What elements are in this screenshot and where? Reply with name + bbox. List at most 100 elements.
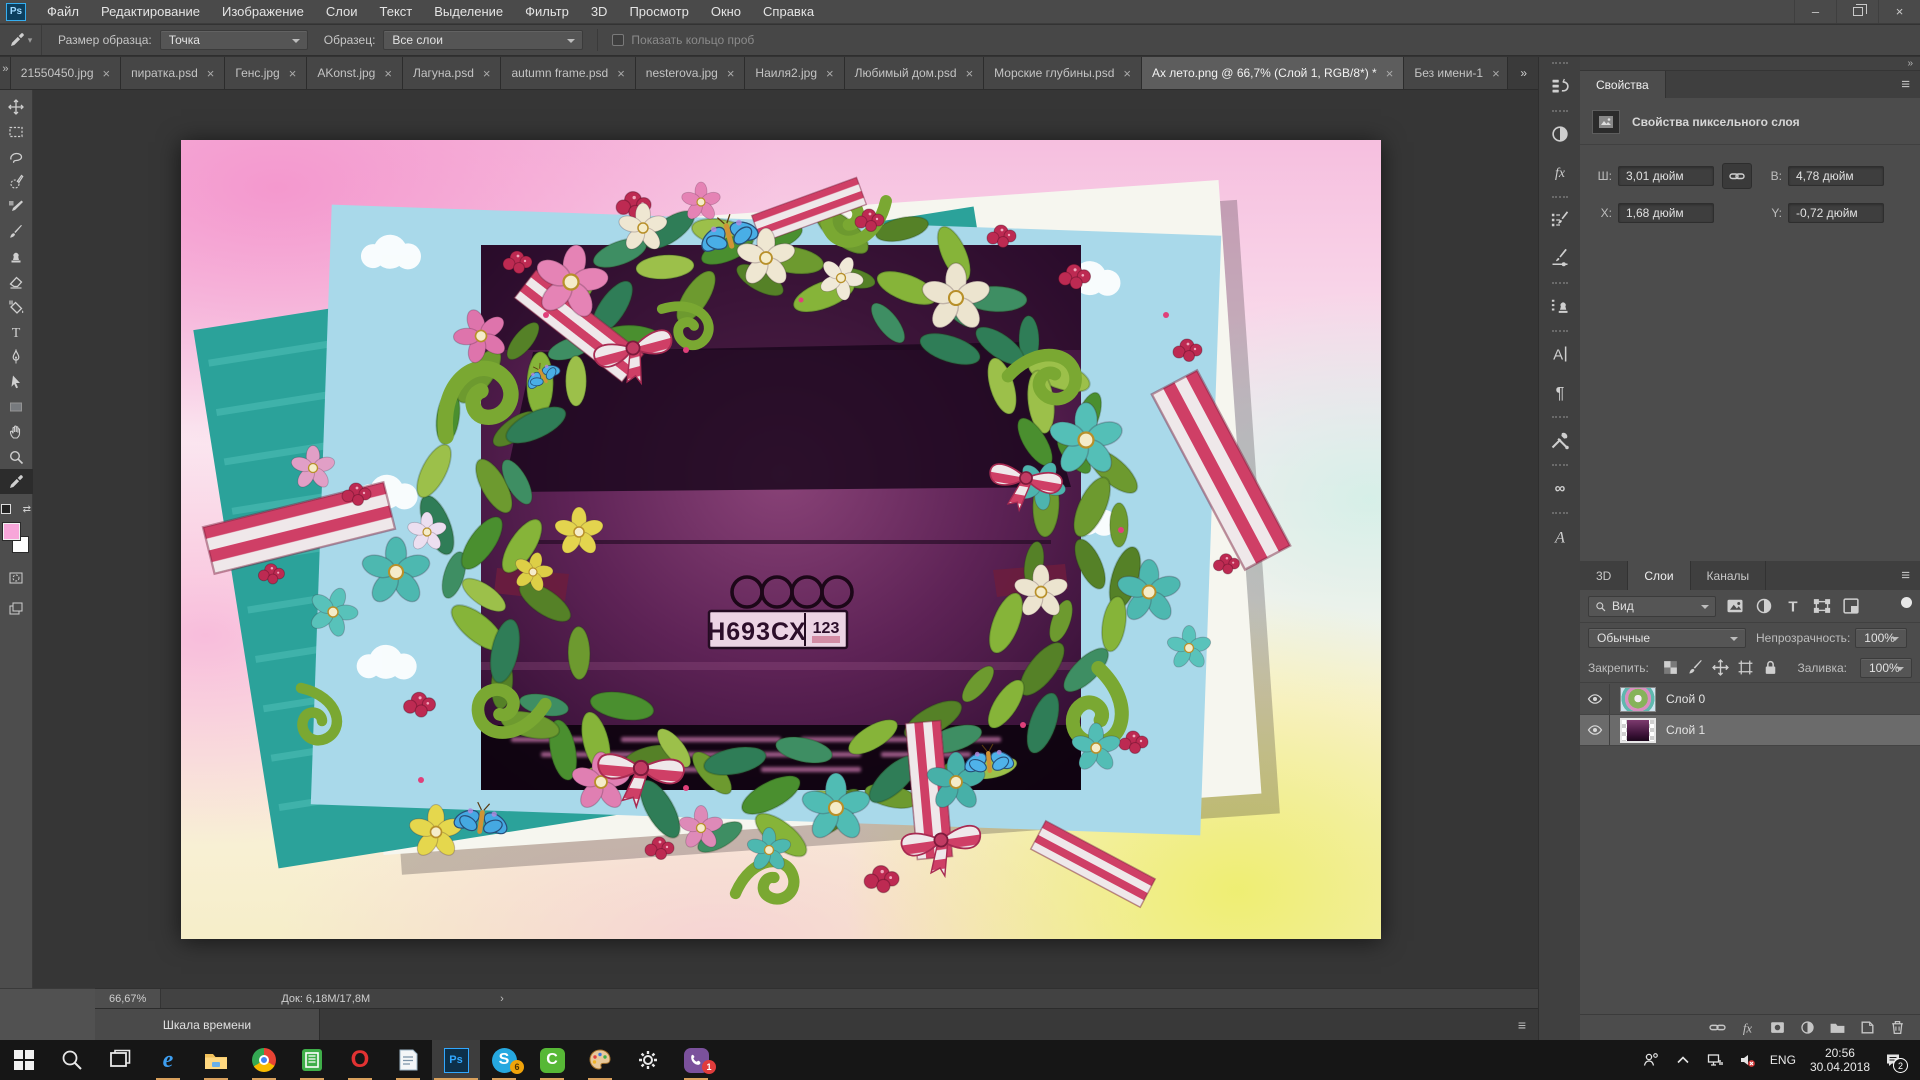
panel-group-grip[interactable]: [1552, 464, 1568, 466]
tab-properties[interactable]: Свойства: [1580, 71, 1666, 98]
panel-tool-presets-icon[interactable]: [1539, 421, 1581, 459]
tab-overflow-icon[interactable]: »: [1508, 57, 1538, 89]
layer-row[interactable]: Слой 0: [1580, 684, 1920, 715]
tab-close-icon[interactable]: ×: [103, 67, 111, 80]
menu-item-5[interactable]: Текст: [369, 0, 424, 23]
document-tab-1[interactable]: 21550450.jpg×: [11, 57, 121, 89]
eyedropper-tool[interactable]: [0, 469, 33, 494]
document-tab-8[interactable]: Наиля2.jpg×: [745, 57, 844, 89]
action-center-icon[interactable]: 2: [1884, 1051, 1902, 1069]
taskbar-task-view-button[interactable]: [96, 1040, 144, 1080]
status-options-chevron[interactable]: ›: [500, 993, 504, 1005]
document-tab-3[interactable]: Генс.jpg×: [225, 57, 307, 89]
tab-close-icon[interactable]: ×: [617, 67, 625, 80]
layer-visibility-eye-icon[interactable]: [1580, 715, 1610, 745]
add-mask-icon[interactable]: [1769, 1019, 1786, 1036]
current-tool-button[interactable]: ▾: [0, 25, 42, 55]
volume-muted-icon[interactable]: [1738, 1051, 1756, 1069]
tab-close-icon[interactable]: ×: [826, 67, 834, 80]
taskbar-start-button[interactable]: [0, 1040, 48, 1080]
tab-close-icon[interactable]: ×: [727, 67, 735, 80]
taskbar-notepad-app[interactable]: [384, 1040, 432, 1080]
eraser-tool[interactable]: [0, 269, 33, 294]
panel-paragraph-icon[interactable]: ¶: [1539, 373, 1581, 411]
properties-menu-icon[interactable]: ≡: [1901, 71, 1920, 98]
fill-dropdown[interactable]: 100%: [1860, 658, 1912, 678]
document-tab-12[interactable]: Без имени-1×: [1404, 57, 1508, 89]
menu-item-3[interactable]: Изображение: [211, 0, 315, 23]
quick-selection-tool[interactable]: [0, 169, 33, 194]
show-ring-checkbox[interactable]: [612, 34, 624, 46]
filter-pixel-layers-icon[interactable]: [1725, 596, 1745, 616]
panel-group-grip[interactable]: [1552, 62, 1568, 64]
network-icon[interactable]: [1706, 1051, 1724, 1069]
layer-visibility-eye-icon[interactable]: [1580, 684, 1610, 714]
taskbar-search-button[interactable]: [48, 1040, 96, 1080]
paint-bucket-tool[interactable]: [0, 294, 33, 319]
sample-dropdown[interactable]: Все слои: [383, 30, 583, 50]
panel-group-grip[interactable]: [1552, 330, 1568, 332]
menu-item-11[interactable]: Справка: [752, 0, 825, 23]
document-tab-4[interactable]: AKonst.jpg×: [307, 57, 403, 89]
collapse-panels-icon[interactable]: »: [1907, 58, 1912, 69]
taskbar-chrome-app[interactable]: [240, 1040, 288, 1080]
show-ring-option[interactable]: Показать кольцо проб: [612, 33, 754, 47]
menu-item-8[interactable]: 3D: [580, 0, 619, 23]
lock-all-icon[interactable]: [1762, 659, 1779, 676]
clock[interactable]: 20:56 30.04.2018: [1810, 1046, 1870, 1074]
taskbar-edge-app[interactable]: e: [144, 1040, 192, 1080]
panel-brushes-icon[interactable]: [1539, 239, 1581, 277]
panel-glyphs-icon[interactable]: A: [1539, 517, 1581, 555]
taskbar-photoshop-app[interactable]: Ps: [432, 1040, 480, 1080]
hand-tool[interactable]: [0, 419, 33, 444]
timeline-menu-icon[interactable]: ≡: [1518, 1009, 1538, 1040]
menu-item-4[interactable]: Слои: [315, 0, 369, 23]
zoom-tool[interactable]: [0, 444, 33, 469]
layers-menu-icon[interactable]: ≡: [1901, 561, 1920, 590]
type-tool[interactable]: T: [0, 319, 33, 344]
tab-close-icon[interactable]: ×: [966, 67, 974, 80]
filter-toggle-switch[interactable]: [1900, 597, 1912, 615]
taskbar-camtasia-app[interactable]: C: [528, 1040, 576, 1080]
tab-close-icon[interactable]: ×: [483, 67, 491, 80]
panel-cc-libraries-icon[interactable]: ∞: [1539, 469, 1581, 507]
tab-каналы[interactable]: Каналы: [1691, 561, 1767, 590]
lock-position-icon[interactable]: [1712, 659, 1729, 676]
restore-button[interactable]: [1836, 0, 1878, 23]
move-tool[interactable]: [0, 94, 33, 119]
lock-artboard-icon[interactable]: [1737, 659, 1754, 676]
tab-close-icon[interactable]: ×: [384, 67, 392, 80]
panel-character-icon[interactable]: A: [1539, 335, 1581, 373]
menu-item-9[interactable]: Просмотр: [618, 0, 699, 23]
panel-brush-settings-icon[interactable]: [1539, 201, 1581, 239]
x-field[interactable]: 1,68 дюйм: [1618, 203, 1714, 223]
lock-transparency-icon[interactable]: [1662, 659, 1679, 676]
document-tab-5[interactable]: Лагуна.psd×: [403, 57, 502, 89]
sample-size-dropdown[interactable]: Точка: [160, 30, 308, 50]
filter-type-layers-icon[interactable]: T: [1783, 596, 1803, 616]
color-sampler-tool[interactable]: [0, 194, 33, 219]
link-dimensions-button[interactable]: [1722, 163, 1752, 189]
panel-group-grip[interactable]: [1552, 512, 1568, 514]
document-tab-7[interactable]: nesterova.jpg×: [636, 57, 746, 89]
menu-item-1[interactable]: Файл: [36, 0, 90, 23]
menu-item-2[interactable]: Редактирование: [90, 0, 211, 23]
taskbar-reader-app[interactable]: [288, 1040, 336, 1080]
taskbar-viber-app[interactable]: 1: [672, 1040, 720, 1080]
rectangle-tool[interactable]: [0, 394, 33, 419]
tabbar-expand-icon[interactable]: »: [0, 57, 11, 89]
zoom-level-field[interactable]: 66,67%: [95, 989, 161, 1008]
foreground-color-swatch[interactable]: [3, 523, 20, 540]
clone-stamp-tool[interactable]: [0, 244, 33, 269]
lasso-tool[interactable]: [0, 144, 33, 169]
panel-group-grip[interactable]: [1552, 110, 1568, 112]
link-layers-icon[interactable]: [1709, 1019, 1726, 1036]
panel-styles-fx-icon[interactable]: fx: [1539, 153, 1581, 191]
close-button[interactable]: ×: [1878, 0, 1920, 23]
tab-слои[interactable]: Слои: [1628, 561, 1690, 590]
document-tab-11[interactable]: Ах лето.png @ 66,7% (Слой 1, RGB/8*) *×: [1142, 57, 1404, 89]
tab-close-icon[interactable]: ×: [289, 67, 297, 80]
delete-layer-icon[interactable]: [1889, 1019, 1906, 1036]
filter-shape-layers-icon[interactable]: [1812, 596, 1832, 616]
layer-row[interactable]: Слой 1: [1580, 715, 1920, 746]
